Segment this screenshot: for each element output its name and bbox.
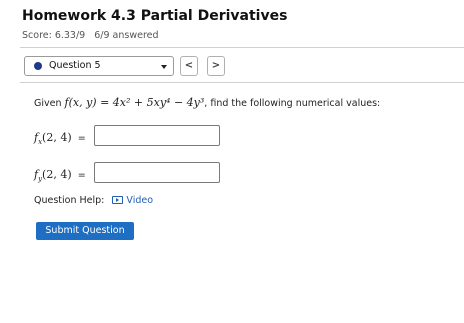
partial-fx-label: fx(2, 4)	[34, 131, 72, 147]
prompt-prefix: Given	[34, 98, 62, 109]
chevron-down-icon	[161, 65, 167, 69]
video-link[interactable]: Video	[112, 195, 153, 206]
part-fy: fy(2, 4) =	[34, 163, 86, 183]
function-expression: f(x, y) = 4x² + 5xy⁴ − 4y³	[64, 96, 205, 109]
question-help: Question Help: Video	[34, 195, 153, 206]
partial-fx-point: (2, 4)	[42, 131, 72, 144]
fy-answer-input[interactable]	[94, 162, 220, 183]
partial-fy-point: (2, 4)	[42, 168, 72, 181]
video-icon	[112, 196, 124, 204]
score-line: Score: 6.33/9 6/9 answered	[22, 30, 159, 41]
next-question-button[interactable]: >	[207, 56, 225, 76]
question-select[interactable]: Question 5	[24, 56, 174, 76]
question-status-dot	[34, 62, 42, 70]
part-fx: fx(2, 4) =	[34, 126, 86, 146]
question-help-label: Question Help:	[34, 195, 105, 206]
partial-fy-equals: =	[77, 170, 86, 181]
previous-question-button[interactable]: <	[180, 56, 198, 76]
score-text: Score: 6.33/9	[22, 30, 86, 41]
question-divider	[20, 82, 464, 83]
prompt-suffix: , find the following numerical values:	[204, 98, 381, 109]
submit-question-button[interactable]: Submit Question	[36, 222, 134, 240]
page-title: Homework 4.3 Partial Derivatives	[22, 8, 288, 24]
partial-fx-equals: =	[77, 133, 86, 144]
header-divider	[20, 47, 464, 48]
answered-count: 6/9 answered	[94, 30, 159, 41]
partial-fy-label: fy(2, 4)	[34, 168, 72, 184]
fx-answer-input[interactable]	[94, 125, 220, 146]
question-prompt: Given f(x, y) = 4x² + 5xy⁴ − 4y³, find t…	[34, 96, 380, 109]
question-select-label: Question 5	[49, 60, 101, 71]
video-link-label: Video	[126, 195, 154, 206]
